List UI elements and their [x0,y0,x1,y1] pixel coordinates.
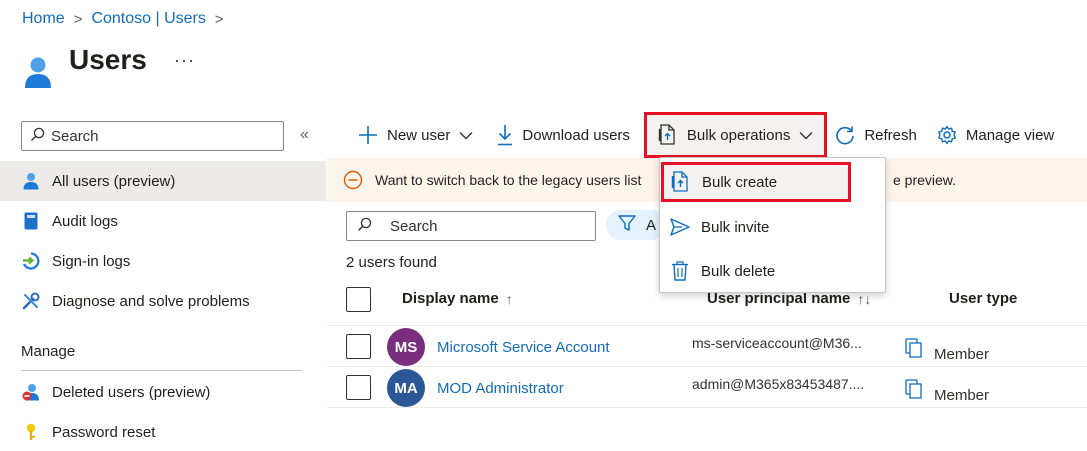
bulk-document-icon [658,124,678,146]
bulk-operations-menu: Bulk create Bulk invite Bulk delete [659,157,886,293]
sidebar-item-sign-in-logs[interactable]: Sign-in logs [0,241,326,281]
add-filter-button[interactable]: A [606,210,666,240]
column-header-display-name[interactable]: Display name ↑ [402,290,513,307]
copy-icon[interactable] [905,378,924,399]
sidebar-section-manage: Manage [21,343,76,360]
chevron-right-icon: > [214,10,224,28]
users-search-input[interactable] [390,217,570,235]
users-icon [22,48,54,92]
table-divider [327,325,1087,326]
deleted-user-icon [22,383,40,401]
user-type-label: Member [934,346,990,363]
manage-view-button[interactable]: Manage view [929,112,1062,158]
sidebar-item-audit-logs[interactable]: Audit logs [0,201,326,241]
refresh-icon [835,125,855,145]
key-icon [22,423,40,441]
banner-text-tail: e preview. [893,172,957,188]
wrench-icon [22,292,40,310]
sidebar-item-label: Diagnose and solve problems [52,292,250,310]
sidebar-item-label: Sign-in logs [52,252,131,270]
column-header-user-type[interactable]: User type [949,290,1017,307]
sidebar-item-label: Audit logs [52,212,118,230]
user-type-cell: Member [905,373,989,404]
sidebar-search-input[interactable] [51,127,271,145]
sidebar-search[interactable] [21,121,284,151]
user-principal-name: ms-serviceaccount@M36... [692,335,862,351]
sidebar-item-deleted-users[interactable]: Deleted users (preview) [0,372,326,412]
avatar: MA [387,369,425,407]
sidebar-item-label: Password reset [52,423,156,441]
results-count: 2 users found [346,254,437,271]
user-name-link[interactable]: Microsoft Service Account [437,339,610,356]
download-users-button[interactable]: Download users [489,112,638,158]
menu-item-bulk-delete[interactable]: Bulk delete [660,251,885,291]
download-icon [497,124,513,146]
user-icon [22,172,40,190]
menu-item-bulk-invite[interactable]: Bulk invite [660,207,885,247]
chevron-down-icon [459,131,473,140]
column-label: User type [949,290,1018,307]
user-name-link[interactable]: MOD Administrator [437,380,564,397]
sidebar-item-label: Deleted users (preview) [52,383,211,401]
select-all-checkbox[interactable] [346,287,371,312]
bulk-create-icon [671,171,691,193]
column-label: Display name [402,290,499,307]
menu-item-label: Bulk create [702,173,778,191]
refresh-button[interactable]: Refresh [827,112,925,158]
breadcrumb: Home > Contoso | Users > [22,10,233,28]
copy-icon[interactable] [905,337,924,358]
sidebar-item-label: All users (preview) [52,172,176,190]
breadcrumb-home[interactable]: Home [22,10,65,28]
send-icon [670,218,690,236]
banner-text: Want to switch back to the legacy users … [375,172,642,188]
user-type-cell: Member [905,332,989,363]
sign-in-icon [22,252,40,270]
table-divider [327,366,1087,367]
chevron-right-icon: > [73,10,83,28]
row-checkbox[interactable] [346,375,371,400]
filter-icon [618,214,636,236]
sidebar-item-diagnose[interactable]: Diagnose and solve problems [0,281,326,321]
warning-circle-icon [343,170,363,190]
menu-item-label: Bulk invite [701,218,770,236]
avatar: MS [387,328,425,366]
sidebar-divider [21,370,302,371]
search-icon [30,127,45,146]
manage-view-label: Manage view [965,126,1055,144]
new-user-button[interactable]: New user [350,112,481,158]
user-type-label: Member [934,387,990,404]
row-checkbox[interactable] [346,334,371,359]
download-users-label: Download users [522,126,630,144]
sidebar-item-password-reset[interactable]: Password reset [0,412,326,451]
bulk-operations-label: Bulk operations [686,126,791,144]
breadcrumb-contoso-users[interactable]: Contoso | Users [91,10,205,28]
users-search[interactable] [346,211,596,241]
chevron-down-icon [799,131,813,140]
sidebar-item-all-users[interactable]: All users (preview) [0,161,326,201]
trash-icon [670,261,690,281]
more-options-icon[interactable]: ··· [174,50,195,71]
book-icon [22,212,40,230]
bulk-operations-button[interactable]: Bulk operations [643,112,828,158]
command-bar: New user Download users Bulk operations … [350,112,1062,158]
menu-item-bulk-create[interactable]: Bulk create [661,162,851,202]
table-divider [327,407,1087,408]
user-principal-name: admin@M365x83453487.... [692,376,865,392]
refresh-label: Refresh [864,126,917,144]
sort-ascending-icon: ↑ [505,290,513,307]
menu-item-label: Bulk delete [701,262,776,280]
new-user-label: New user [387,126,451,144]
filter-label: A [646,216,657,234]
collapse-sidebar-icon[interactable]: « [300,126,309,144]
gear-icon [937,125,957,145]
page-title: Users [69,44,147,75]
plus-icon [358,125,378,145]
search-icon [357,217,372,236]
